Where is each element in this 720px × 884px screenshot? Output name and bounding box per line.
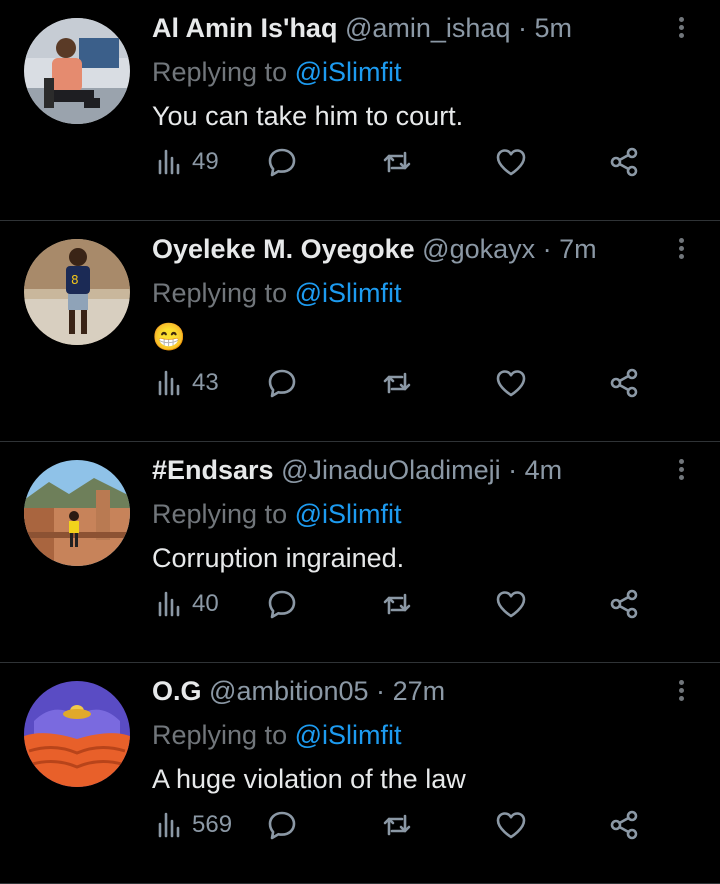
- replying-label: Replying to: [152, 278, 288, 308]
- more-options-button[interactable]: [676, 235, 686, 267]
- replying-to: Replying to @iSlimfit: [152, 56, 402, 88]
- like-button[interactable]: [494, 363, 528, 403]
- share-icon: [610, 589, 638, 619]
- more-options-button[interactable]: [676, 14, 686, 46]
- more-options-button[interactable]: [676, 677, 686, 709]
- retweet-button[interactable]: [380, 363, 414, 403]
- mention-link[interactable]: @iSlimfit: [295, 57, 402, 87]
- heart-icon: [496, 370, 526, 397]
- action-bar: 40: [152, 584, 652, 624]
- heart-icon: [496, 149, 526, 176]
- views-count: 43: [192, 369, 219, 396]
- tweet-text: Corruption ingrained.: [152, 543, 405, 573]
- like-button[interactable]: [494, 805, 528, 845]
- reply-button[interactable]: [265, 142, 299, 182]
- action-bar: 49: [152, 142, 652, 182]
- mention-link[interactable]: @iSlimfit: [295, 720, 402, 750]
- replying-label: Replying to: [152, 57, 288, 87]
- views-button[interactable]: 43: [152, 363, 219, 403]
- bar-chart-icon: [158, 591, 180, 617]
- timestamp[interactable]: 5m: [535, 13, 573, 43]
- mention-link[interactable]: @iSlimfit: [295, 499, 402, 529]
- tweet[interactable]: 8 Oyeleke M. Oyegoke @gokayx · 7m Replyi…: [0, 221, 720, 442]
- views-button[interactable]: 569: [152, 805, 232, 845]
- avatar[interactable]: [24, 460, 130, 566]
- share-button[interactable]: [607, 584, 641, 624]
- svg-text:8: 8: [71, 273, 79, 287]
- heart-icon: [496, 591, 526, 618]
- separator: ·: [517, 13, 527, 43]
- separator: ·: [508, 455, 518, 485]
- views-button[interactable]: 40: [152, 584, 219, 624]
- timestamp[interactable]: 27m: [393, 676, 446, 706]
- more-options-button[interactable]: [676, 456, 686, 488]
- timestamp[interactable]: 4m: [525, 455, 563, 485]
- author-name[interactable]: O.G: [152, 676, 202, 706]
- author-handle[interactable]: @amin_ishaq: [345, 13, 511, 43]
- tweet-text: 😁: [152, 322, 186, 352]
- retweet-button[interactable]: [380, 805, 414, 845]
- retweet-button[interactable]: [380, 584, 414, 624]
- replying-to: Replying to @iSlimfit: [152, 719, 402, 751]
- avatar[interactable]: 8: [24, 239, 130, 345]
- share-icon: [610, 368, 638, 398]
- reply-button[interactable]: [265, 363, 299, 403]
- action-bar: 569: [152, 805, 652, 845]
- reply-button[interactable]: [265, 584, 299, 624]
- author-handle[interactable]: @JinaduOladimeji: [281, 455, 501, 485]
- speech-bubble-icon: [268, 369, 296, 398]
- tweet-header: Oyeleke M. Oyegoke @gokayx · 7m: [152, 233, 597, 265]
- author-handle[interactable]: @ambition05: [209, 676, 369, 706]
- views-count: 569: [192, 811, 233, 838]
- retweet-icon: [383, 814, 411, 836]
- share-button[interactable]: [607, 142, 641, 182]
- views-count: 49: [192, 148, 219, 175]
- tweet[interactable]: O.G @ambition05 · 27m Replying to @iSlim…: [0, 663, 720, 884]
- author-handle[interactable]: @gokayx: [422, 234, 535, 264]
- heart-icon: [496, 812, 526, 839]
- share-icon: [610, 810, 638, 840]
- avatar[interactable]: [24, 18, 130, 124]
- retweet-icon: [383, 372, 411, 394]
- tweet-text: A huge violation of the law: [152, 764, 466, 794]
- views-count: 40: [192, 590, 219, 617]
- speech-bubble-icon: [268, 811, 296, 840]
- author-name[interactable]: Al Amin Is'haq: [152, 13, 337, 43]
- share-button[interactable]: [607, 805, 641, 845]
- reply-button[interactable]: [265, 805, 299, 845]
- separator: ·: [376, 676, 386, 706]
- share-button[interactable]: [607, 363, 641, 403]
- tweet-text: You can take him to court.: [152, 101, 464, 131]
- speech-bubble-icon: [268, 148, 296, 177]
- author-name[interactable]: Oyeleke M. Oyegoke: [152, 234, 415, 264]
- retweet-button[interactable]: [380, 142, 414, 182]
- replying-to: Replying to @iSlimfit: [152, 498, 402, 530]
- tweet[interactable]: #Endsars @JinaduOladimeji · 4m Replying …: [0, 442, 720, 663]
- tweet-header: Al Amin Is'haq @amin_ishaq · 5m: [152, 12, 572, 44]
- tweet[interactable]: Al Amin Is'haq @amin_ishaq · 5m Replying…: [0, 0, 720, 221]
- replying-to: Replying to @iSlimfit: [152, 277, 402, 309]
- tweet-header: #Endsars @JinaduOladimeji · 4m: [152, 454, 562, 486]
- like-button[interactable]: [494, 584, 528, 624]
- mention-link[interactable]: @iSlimfit: [295, 278, 402, 308]
- retweet-icon: [383, 151, 411, 173]
- speech-bubble-icon: [268, 590, 296, 619]
- avatar[interactable]: [24, 681, 130, 787]
- like-button[interactable]: [494, 142, 528, 182]
- bar-chart-icon: [158, 370, 180, 396]
- bar-chart-icon: [158, 149, 180, 175]
- separator: ·: [542, 234, 552, 264]
- timestamp[interactable]: 7m: [559, 234, 597, 264]
- views-button[interactable]: 49: [152, 142, 219, 182]
- retweet-icon: [383, 593, 411, 615]
- author-name[interactable]: #Endsars: [152, 455, 274, 485]
- replying-label: Replying to: [152, 499, 288, 529]
- bar-chart-icon: [158, 812, 180, 838]
- tweet-header: O.G @ambition05 · 27m: [152, 675, 445, 707]
- action-bar: 43: [152, 363, 652, 403]
- replying-label: Replying to: [152, 720, 288, 750]
- share-icon: [610, 147, 638, 177]
